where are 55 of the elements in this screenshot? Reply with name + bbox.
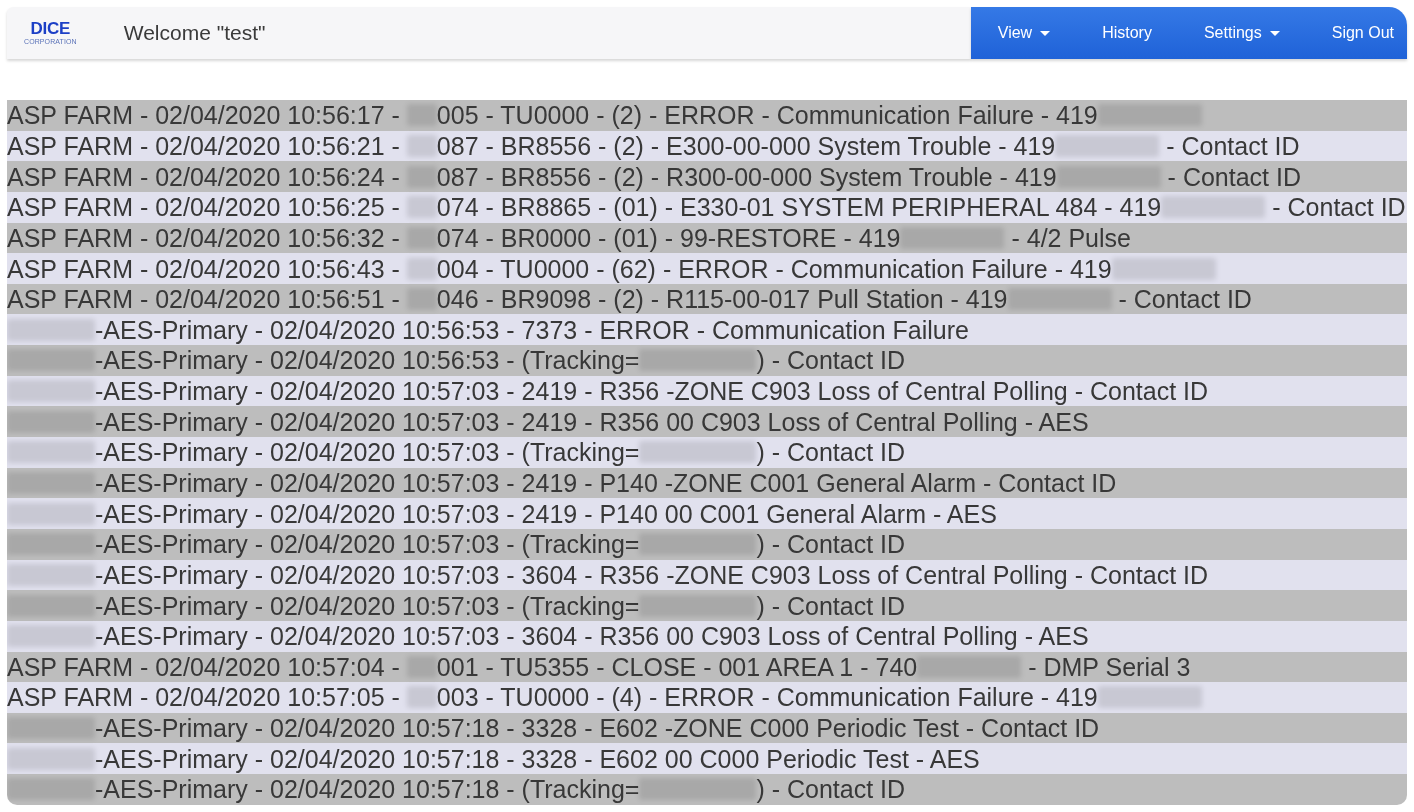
redaction-blur <box>406 257 437 280</box>
log-text: ) - Contact ID <box>756 438 906 467</box>
welcome-text: Welcome "test" <box>123 21 266 45</box>
log-text: 046 - BR9098 - (2) - R115-00-017 Pull Station - 419 <box>436 285 1008 314</box>
log-text: 087 - BR8556 - (2) - E300-00-000 System Trouble - 419 <box>436 131 1056 160</box>
log-text: -AES-Primary - 02/04/2020 10:57:03 - 3604 - R356 00 C903 Loss of Central Polling - AES <box>95 622 1089 651</box>
log-text: -AES-Primary - 02/04/2020 10:57:03 - (Tracking= <box>95 438 640 467</box>
log-text: ASP FARM - 02/04/2020 10:56:43 - <box>7 254 400 283</box>
log-text: ASP FARM - 02/04/2020 10:56:51 - <box>7 285 400 314</box>
nav-menu-button[interactable]: View <box>997 24 1051 42</box>
nav-link[interactable]: History <box>1102 24 1152 42</box>
nav-menu-button[interactable]: Settings <box>1203 24 1280 42</box>
log-text: -AES-Primary - 02/04/2020 10:56:53 - 7373 - ERROR - Communication Failure <box>95 315 969 344</box>
log-text: -AES-Primary - 02/04/2020 10:57:03 - (Tracking= <box>95 591 640 620</box>
log-text: - Contact ID <box>1166 131 1300 160</box>
redaction-blur <box>406 686 437 709</box>
log-text: 087 - BR8556 - (2) - R300-00-000 System Trouble - 419 <box>436 162 1057 191</box>
log-text: ASP FARM - 02/04/2020 10:57:05 - <box>7 683 400 712</box>
log-text: -AES-Primary - 02/04/2020 10:57:03 - 2419 - R356 00 C903 Loss of Central Polling - AES <box>95 407 1089 436</box>
log-text: ) - Contact ID <box>756 530 906 559</box>
log-text: - DMP Serial 3 <box>1028 652 1191 681</box>
log-text: ) - Contact ID <box>756 591 906 620</box>
log-text: ASP FARM - 02/04/2020 10:57:04 - <box>7 652 400 681</box>
log-text: 004 - TU0000 - (62) - ERROR - Communication Failure - 419 <box>436 254 1112 283</box>
log-text: ASP FARM - 02/04/2020 10:56:32 - <box>7 223 400 252</box>
log-text: - Contact ID <box>1118 285 1252 314</box>
caret-icon <box>1040 30 1051 36</box>
logo-wordmark: DICE <box>30 20 71 36</box>
redaction-blur <box>406 134 437 157</box>
log-text: ) - Contact ID <box>756 775 906 804</box>
nav-link[interactable]: Sign Out <box>1331 24 1394 42</box>
log-text: 074 - BR0000 - (01) - 99-RESTORE - 419 <box>436 223 901 252</box>
log-text: - 4/2 Pulse <box>1011 223 1131 252</box>
log-text: ASP FARM - 02/04/2020 10:56:17 - <box>7 101 400 130</box>
log-text: -AES-Primary - 02/04/2020 10:57:03 - 2419 - R356 -ZONE C903 Loss of Central Polling - Contact ID <box>95 377 1209 406</box>
log-text: -AES-Primary - 02/04/2020 10:57:18 - 3328 - E602 -ZONE C000 Periodic Test - Contact ID <box>95 714 1100 743</box>
log-text: ASP FARM - 02/04/2020 10:56:24 - <box>7 162 400 191</box>
log-text: - Contact ID <box>1167 162 1301 191</box>
log-text: -AES-Primary - 02/04/2020 10:57:03 - 2419 - P140 -ZONE C001 General Alarm - Contact ID <box>95 469 1117 497</box>
log-text: ASP FARM - 02/04/2020 10:56:25 - <box>7 193 400 222</box>
log-text: -AES-Primary - 02/04/2020 10:57:03 - 2419 - P140 00 C001 General Alarm - AES <box>95 499 997 528</box>
log-text: -AES-Primary - 02/04/2020 10:57:18 - 3328 - E602 00 C000 Periodic Test - AES <box>95 744 980 773</box>
log-text: -AES-Primary - 02/04/2020 10:57:03 - 3604 - R356 -ZONE C903 Loss of Central Polling - Contact ID <box>95 560 1209 589</box>
redaction-blur <box>406 196 437 219</box>
log-text: -AES-Primary - 02/04/2020 10:56:53 - (Tracking= <box>95 346 640 375</box>
log-text: 074 - BR8865 - (01) - E330-01 SYSTEM PERIPHERAL 484 - 419 <box>436 193 1162 222</box>
log-text: 001 - TU5355 - CLOSE - 001 AREA 1 - 740 <box>436 652 918 681</box>
log-text: 005 - TU0000 - (2) - ERROR - Communication Failure - 419 <box>436 101 1098 130</box>
log-text: ) - Contact ID <box>756 346 906 375</box>
log-text: -AES-Primary - 02/04/2020 10:57:18 - (Tracking= <box>95 775 640 804</box>
log-text: -AES-Primary - 02/04/2020 10:57:03 - (Tracking= <box>95 530 640 559</box>
log-text: ASP FARM - 02/04/2020 10:56:21 - <box>7 131 400 160</box>
caret-icon <box>1269 30 1280 36</box>
log-text: 003 - TU0000 - (4) - ERROR - Communication Failure - 419 <box>436 683 1098 712</box>
log-text: - Contact ID <box>1272 193 1406 222</box>
